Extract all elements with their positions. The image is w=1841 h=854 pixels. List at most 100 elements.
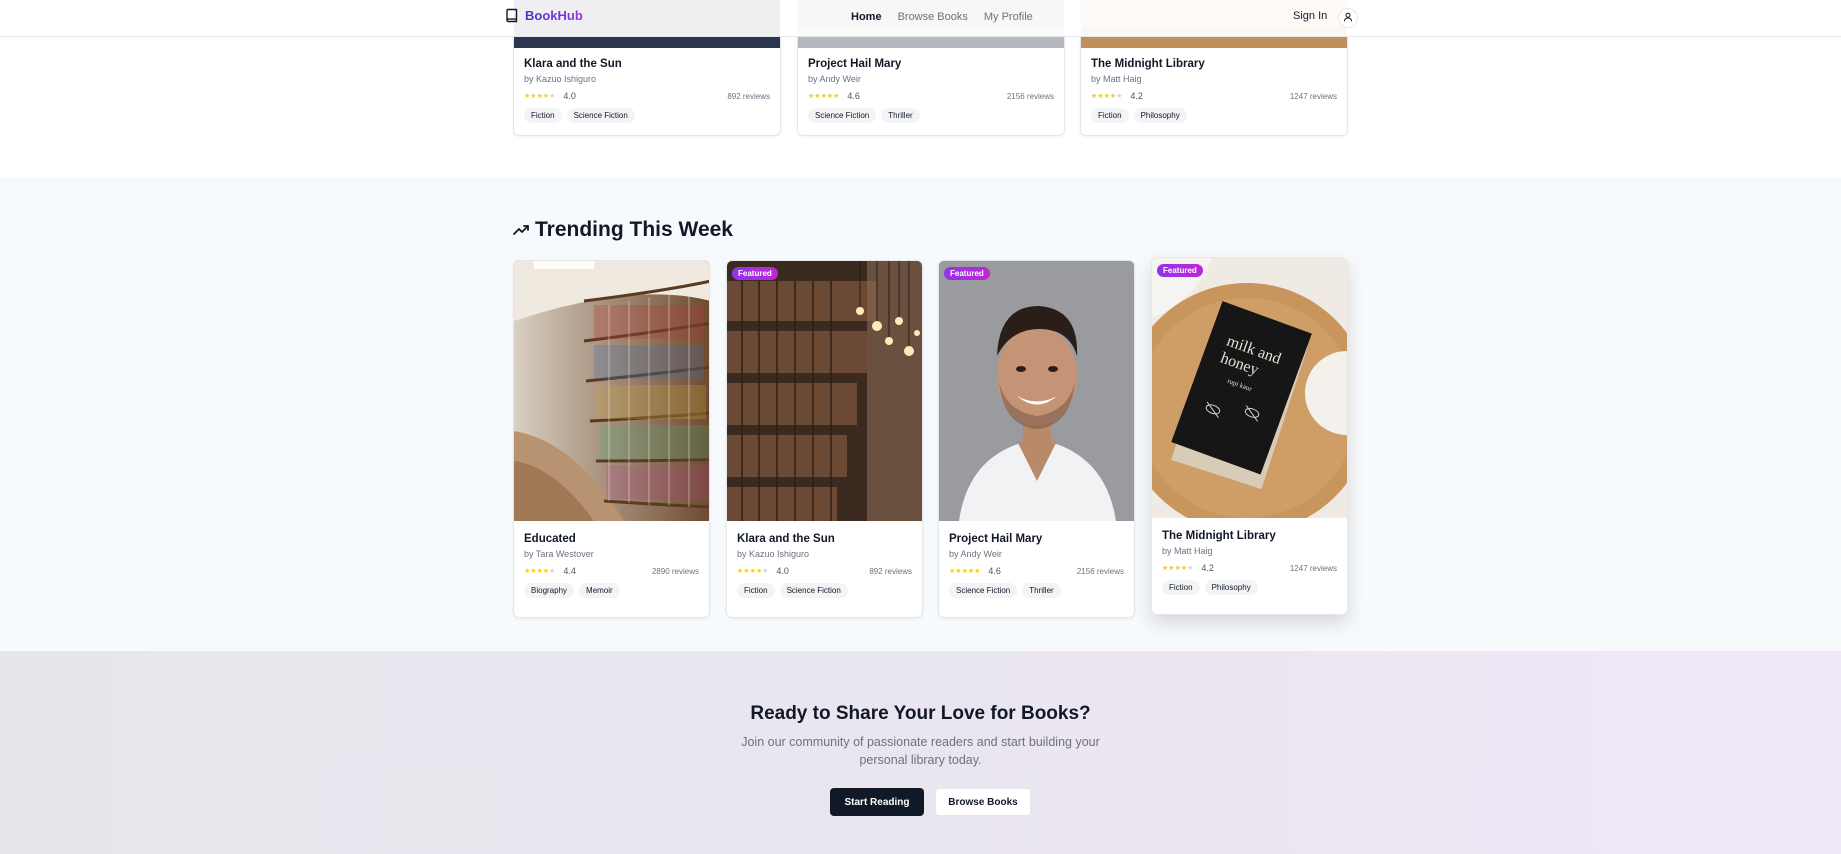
genre-tag[interactable]: Biography <box>524 583 575 598</box>
book-card-body: The Midnight Library by Matt Haig ★ ★ ★ ★ ★ … <box>1162 530 1337 595</box>
star-icon: ★ <box>549 567 556 575</box>
nav-link-my-profile[interactable]: My Profile <box>984 11 1033 23</box>
book-author: by Kazuo Ishiguro <box>737 549 810 559</box>
genre-tags: Biography Memoir <box>524 583 699 598</box>
book-card[interactable]: Featured milk and honey rupi kaur The Mi… <box>1151 257 1348 615</box>
page: Klara and the Sun by Kazuo Ishiguro ★ ★ ★ ★… <box>0 0 1841 854</box>
main-nav: Home Browse Books My Profile <box>851 11 1033 23</box>
genre-tag[interactable]: Philosophy <box>1133 108 1187 123</box>
trending-up-icon <box>513 218 529 242</box>
book-card-body: Klara and the Sun by Kazuo Ishiguro ★ ★ ★ ★… <box>524 58 770 123</box>
nav-link-home[interactable]: Home <box>851 11 882 23</box>
review-count: 2156 reviews <box>1006 91 1054 101</box>
book-card-body: Educated by Tara Westover ★ ★ ★ ★ ★ 4.4 2890… <box>524 533 699 598</box>
nav-link-browse-books[interactable]: Browse Books <box>898 11 968 23</box>
rating-value: 4.0 <box>563 91 576 101</box>
genre-tags: Fiction Philosophy <box>1162 580 1337 595</box>
book-card-body: Project Hail Mary by Andy Weir ★ ★ ★ ★ ★ 4.6… <box>808 58 1054 123</box>
featured-badge: Featured <box>732 267 778 280</box>
star-rating: ★ ★ ★ ★ ★ <box>524 568 555 575</box>
star-icon: ★ <box>833 92 840 100</box>
genre-tags: Science Fiction Thriller <box>808 108 1054 123</box>
rating-row: ★ ★ ★ ★ ★ 4.0 892 reviews <box>524 90 770 102</box>
featured-badge: Featured <box>1157 264 1203 277</box>
book-author: by Kazuo Ishiguro <box>524 74 597 84</box>
cta-title: Ready to Share Your Love for Books? <box>750 703 1091 724</box>
genre-tag[interactable]: Fiction <box>1162 580 1200 595</box>
genre-tags: Fiction Science Fiction <box>524 108 770 123</box>
trending-section: Trending This Week Educated by Tara West… <box>0 177 1841 651</box>
book-card[interactable]: Featured <box>938 260 1135 618</box>
genre-tag[interactable]: Science Fiction <box>566 108 635 123</box>
review-count: 2890 reviews <box>651 566 699 576</box>
book-author: by Andy Weir <box>808 74 861 84</box>
star-rating: ★ ★ ★ ★ ★ <box>737 568 768 575</box>
rating-value: 4.0 <box>776 566 789 576</box>
genre-tag[interactable]: Science Fiction <box>808 108 877 123</box>
genre-tag[interactable]: Thriller <box>881 108 920 123</box>
star-rating: ★ ★ ★ ★ ★ <box>1091 93 1122 100</box>
genre-tag[interactable]: Fiction <box>1091 108 1129 123</box>
genre-tags: Science Fiction Thriller <box>949 583 1124 598</box>
rating-row: ★ ★ ★ ★ ★ 4.0 892 reviews <box>737 565 912 577</box>
brand-logo[interactable]: BookHub <box>505 8 583 23</box>
book-icon <box>505 8 519 23</box>
book-author: by Tara Westover <box>524 549 594 559</box>
genre-tag[interactable]: Science Fiction <box>779 583 848 598</box>
user-icon <box>1343 9 1353 27</box>
rating-row: ★ ★ ★ ★ ★ 4.6 2156 reviews <box>949 565 1124 577</box>
trending-heading: Trending This Week <box>513 218 733 242</box>
book-cover-image <box>727 261 922 521</box>
cta-subtitle: Join our community of passionate readers… <box>741 735 1100 767</box>
book-cover-image <box>514 261 709 521</box>
star-icon: ★ <box>1187 564 1194 572</box>
rating-value: 4.6 <box>847 91 860 101</box>
book-cover-image: milk and honey rupi kaur <box>1152 258 1347 518</box>
star-icon: ★ <box>762 567 769 575</box>
rating-value: 4.2 <box>1201 563 1214 573</box>
sign-in-button[interactable]: Sign In <box>1293 10 1327 22</box>
rating-row: ★ ★ ★ ★ ★ 4.6 2156 reviews <box>808 90 1054 102</box>
star-icon: ★ <box>1116 92 1123 100</box>
genre-tag[interactable]: Philosophy <box>1204 580 1258 595</box>
brand-name: BookHub <box>525 8 583 23</box>
book-title: Educated <box>524 533 576 545</box>
start-reading-button[interactable]: Start Reading <box>830 788 924 816</box>
book-author: by Matt Haig <box>1162 546 1213 556</box>
genre-tag[interactable]: Memoir <box>579 583 620 598</box>
book-author: by Matt Haig <box>1091 74 1142 84</box>
review-count: 892 reviews <box>869 566 912 576</box>
genre-tag[interactable]: Fiction <box>524 108 562 123</box>
genre-tag[interactable]: Fiction <box>737 583 775 598</box>
trending-title: Trending This Week <box>535 218 733 241</box>
book-card[interactable]: Featured <box>726 260 923 618</box>
review-count: 2156 reviews <box>1076 566 1124 576</box>
profile-button[interactable] <box>1338 8 1358 28</box>
star-icon: ★ <box>974 567 981 575</box>
featured-badge: Featured <box>944 267 990 280</box>
star-rating: ★ ★ ★ ★ ★ <box>949 568 980 575</box>
review-count: 1247 reviews <box>1289 91 1337 101</box>
rating-value: 4.6 <box>988 566 1001 576</box>
star-rating: ★ ★ ★ ★ ★ <box>1162 565 1193 572</box>
book-title: Klara and the Sun <box>524 58 622 70</box>
browse-books-button[interactable]: Browse Books <box>935 788 1031 816</box>
book-cover-image <box>939 261 1134 521</box>
genre-tag[interactable]: Thriller <box>1022 583 1061 598</box>
rating-value: 4.4 <box>563 566 576 576</box>
book-title: The Midnight Library <box>1091 58 1205 70</box>
book-card-body: The Midnight Library by Matt Haig ★ ★ ★ ★ ★ … <box>1091 58 1337 123</box>
genre-tags: Fiction Philosophy <box>1091 108 1337 123</box>
book-card[interactable]: Educated by Tara Westover ★ ★ ★ ★ ★ 4.4 2890… <box>513 260 710 618</box>
top-navbar: BookHub Home Browse Books My Profile Sig… <box>0 0 1841 37</box>
rating-value: 4.2 <box>1130 91 1143 101</box>
star-rating: ★ ★ ★ ★ ★ <box>524 93 555 100</box>
book-title: Klara and the Sun <box>737 533 835 545</box>
genre-tag[interactable]: Science Fiction <box>949 583 1018 598</box>
review-count: 892 reviews <box>727 91 770 101</box>
book-author: by Andy Weir <box>949 549 1002 559</box>
star-icon: ★ <box>549 92 556 100</box>
book-title: The Midnight Library <box>1162 530 1276 542</box>
star-rating: ★ ★ ★ ★ ★ <box>808 93 839 100</box>
review-count: 1247 reviews <box>1289 563 1337 573</box>
